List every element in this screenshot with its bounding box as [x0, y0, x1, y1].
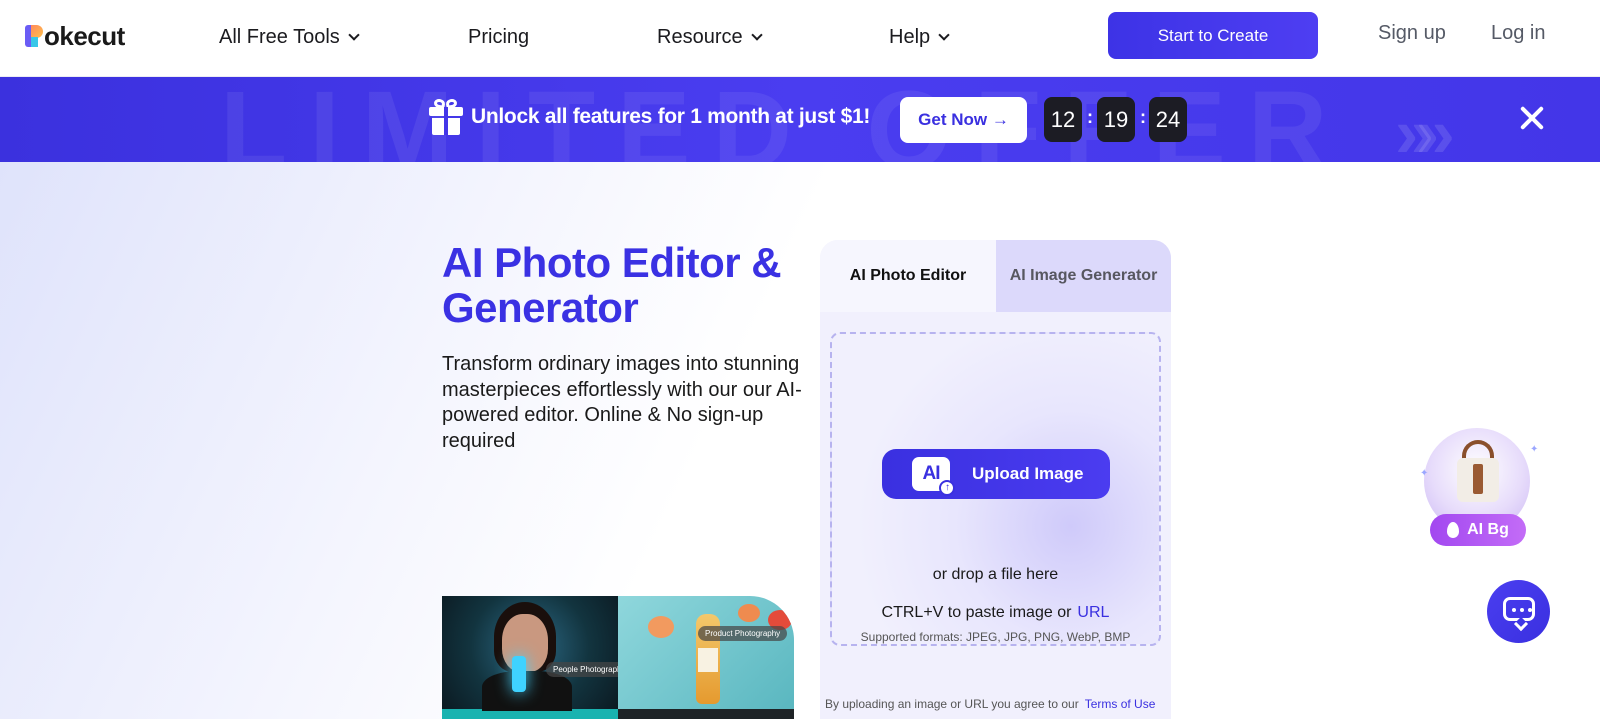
- pokecut-logo[interactable]: okecut: [25, 19, 125, 53]
- upload-label: Upload Image: [972, 464, 1084, 483]
- example-gallery: People Photography Product Photography: [442, 596, 794, 719]
- hero-description: Transform ordinary images into stunning …: [442, 353, 802, 452]
- chat-icon: [1503, 597, 1535, 621]
- nav-item-label: Pricing: [468, 25, 530, 48]
- paste-hint-text: CTRL+V to paste image or: [881, 604, 1072, 621]
- chevron-down-icon: [348, 28, 360, 41]
- supported-formats: Supported formats: JPEG, JPG, PNG, WebP,…: [860, 630, 1131, 644]
- file-dropzone[interactable]: AI ↑ Upload Image or drop a file here CT…: [830, 332, 1161, 646]
- bag-strap: [1473, 464, 1483, 494]
- tab-ai-image-generator[interactable]: AI Image Generator: [996, 240, 1171, 312]
- timer-hours: 12: [1044, 97, 1082, 142]
- url-link[interactable]: URL: [1077, 604, 1109, 621]
- timer-separator: :: [1140, 107, 1146, 127]
- gallery-image: [618, 709, 794, 719]
- chevron-down-icon: [938, 28, 950, 41]
- people-photography-image: People Photography: [442, 596, 633, 711]
- nav-all-free-tools[interactable]: All Free Tools: [219, 22, 360, 52]
- ai-bg-label: AI Bg: [1467, 521, 1509, 538]
- page-title: AI Photo Editor & Generator: [442, 239, 782, 331]
- upload-image-button[interactable]: AI ↑ Upload Image: [882, 449, 1110, 499]
- terms-notice: By uploading an image or URL you agree t…: [825, 697, 1170, 711]
- nav-help[interactable]: Help: [889, 22, 950, 52]
- get-now-button[interactable]: Get Now →: [900, 97, 1027, 143]
- gallery-tag: Product Photography: [698, 626, 788, 641]
- close-icon[interactable]: [1519, 105, 1545, 131]
- terms-text: By uploading an image or URL you agree t…: [825, 697, 1079, 711]
- banner-offer-text: Unlock all features for 1 month at just …: [471, 105, 871, 128]
- chevron-down-icon: [750, 28, 763, 41]
- timer-minutes: 19: [1097, 97, 1135, 142]
- upload-panel: AI Photo Editor AI Image Generator AI ↑ …: [820, 240, 1171, 719]
- timer-separator: :: [1087, 107, 1093, 127]
- ai-bg-widget[interactable]: ✦ ✦ AI Bg: [1420, 428, 1538, 548]
- product-photography-image: Product Photography: [618, 596, 794, 709]
- arrow-up-icon: ↑: [939, 480, 955, 496]
- tab-ai-photo-editor[interactable]: AI Photo Editor: [820, 240, 996, 312]
- promo-banner: LIMITED OFFER »» Unlock all features for…: [0, 77, 1600, 162]
- flame-icon: [1447, 522, 1460, 538]
- start-to-create-button[interactable]: Start to Create: [1108, 12, 1318, 59]
- paste-hint: CTRL+V to paste image or URL: [832, 604, 1159, 622]
- terms-of-use-link[interactable]: Terms of Use: [1085, 697, 1156, 711]
- banner-arrows-decoration: »»: [1395, 94, 1455, 162]
- nav-item-label: All Free Tools: [219, 25, 340, 48]
- gift-icon: [429, 98, 463, 135]
- hero-section: AI Photo Editor & Generator Transform or…: [0, 162, 1600, 719]
- sign-up-link[interactable]: Sign up: [1378, 22, 1446, 45]
- nav-item-label: Help: [889, 25, 931, 48]
- nav-item-label: Resource: [657, 25, 743, 48]
- nav-pricing[interactable]: Pricing: [468, 22, 529, 52]
- drop-hint: or drop a file here: [932, 566, 1059, 583]
- logo-text: okecut: [44, 20, 125, 51]
- sparkle-icon: ✦: [1530, 444, 1539, 455]
- logo-mark-icon: [25, 23, 43, 49]
- ai-icon-text: AI: [922, 463, 941, 484]
- nav-resource[interactable]: Resource: [657, 22, 763, 52]
- ai-bg-pill: AI Bg: [1430, 514, 1526, 546]
- timer-seconds: 24: [1149, 97, 1187, 142]
- ai-upload-icon: AI ↑: [912, 457, 955, 496]
- log-in-link[interactable]: Log in: [1491, 22, 1546, 45]
- chat-support-button[interactable]: [1487, 580, 1550, 643]
- sparkle-icon: ✦: [1420, 468, 1429, 479]
- top-nav: okecut All Free Tools Pricing Resource H…: [0, 0, 1600, 77]
